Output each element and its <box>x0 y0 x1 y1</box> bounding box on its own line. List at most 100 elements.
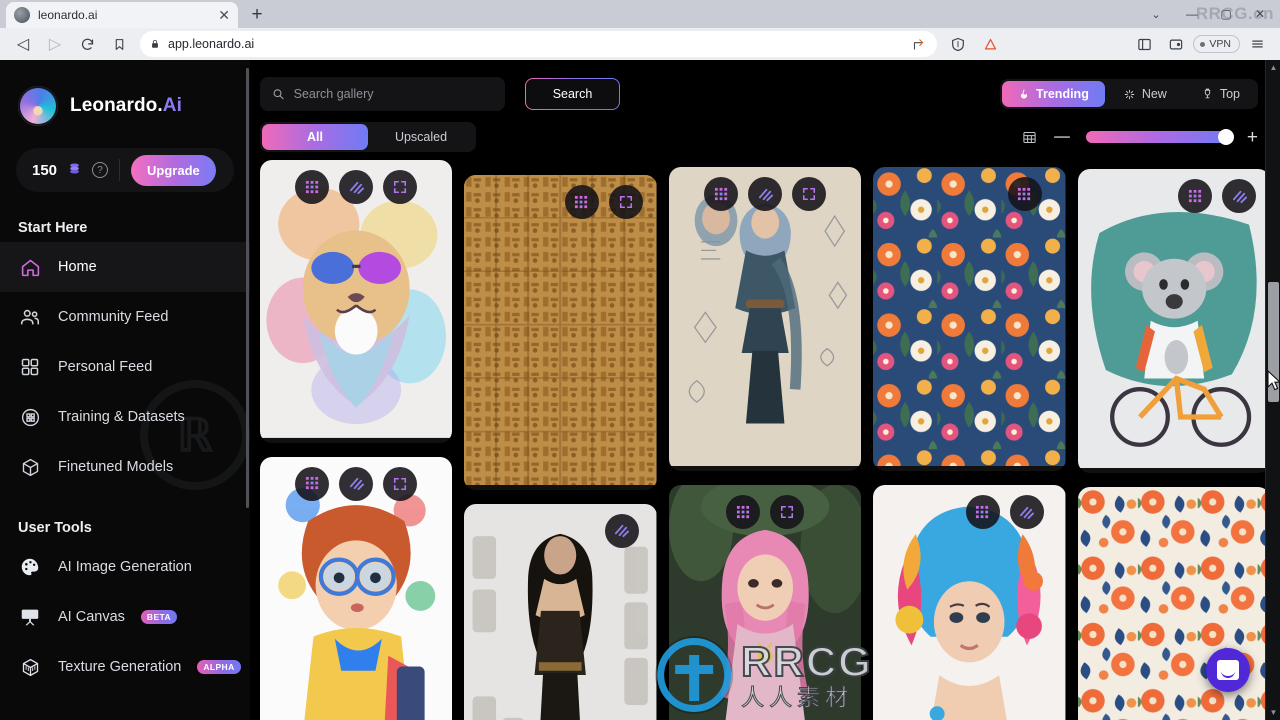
expand-fullscreen-icon[interactable] <box>792 177 827 211</box>
pixelate-upscale-icon[interactable] <box>1007 177 1042 211</box>
filter-upscaled[interactable]: Upscaled <box>368 124 474 150</box>
sidebar-section-title-user-tools: User Tools <box>18 520 92 536</box>
tab-label: Top <box>1219 87 1240 101</box>
vpn-button[interactable]: VPN <box>1193 35 1240 53</box>
sidebar-item-label: AI Canvas <box>58 609 125 625</box>
easel-icon <box>18 605 42 629</box>
expand-fullscreen-icon[interactable] <box>383 466 418 501</box>
gallery-grid-area[interactable]: RRCG 人人素材 <box>250 155 1280 720</box>
reload-icon[interactable] <box>72 30 102 58</box>
new-tab-button[interactable]: + <box>244 2 270 28</box>
sidebar-item-personal-feed[interactable]: Personal Feed <box>0 342 250 392</box>
search-field-wrapper[interactable] <box>260 77 505 111</box>
tab-trending[interactable]: Trending <box>1002 81 1105 107</box>
gallery-card[interactable] <box>464 503 657 720</box>
status-badge: ALPHA <box>197 660 241 674</box>
browser-tab[interactable]: leonardo.ai ✕ <box>6 2 238 28</box>
chevron-down-icon[interactable]: ⌄ <box>1138 1 1174 27</box>
sidebar-section-title-start-here: Start Here <box>18 220 88 236</box>
help-circle-icon[interactable]: ? <box>92 162 109 178</box>
intercom-chat-icon <box>1217 660 1239 680</box>
window-controls: ⌄ — ▢ ✕ <box>1138 0 1276 28</box>
credits-amount: 150 <box>32 161 58 179</box>
toolbar-row-filters: All Upscaled + <box>260 121 1258 153</box>
sidebar-item-label: Finetuned Models <box>58 459 174 475</box>
search-input[interactable] <box>293 87 493 101</box>
close-tab-icon[interactable]: ✕ <box>218 8 230 22</box>
maximize-button[interactable]: ▢ <box>1210 1 1242 27</box>
scroll-up-arrow[interactable]: ▲ <box>1266 60 1280 75</box>
zoom-slider[interactable] <box>1085 129 1234 145</box>
diagonal-lines-variation-icon[interactable] <box>604 513 639 548</box>
expand-fullscreen-icon[interactable] <box>383 170 418 204</box>
diagonal-lines-variation-icon[interactable] <box>1222 179 1257 213</box>
intercom-chat-button[interactable] <box>1206 648 1250 692</box>
card-action-icons <box>260 466 452 501</box>
sidebar-item-ai-image-generation[interactable]: AI Image Generation <box>0 542 250 592</box>
brave-leo-icon[interactable] <box>975 30 1005 58</box>
gallery-card[interactable] <box>668 167 862 472</box>
sidebar-item-finetuned-models[interactable]: Finetuned Models <box>0 442 250 492</box>
gallery-card[interactable] <box>668 485 862 720</box>
pixelate-upscale-icon[interactable] <box>965 495 1000 530</box>
expand-fullscreen-icon[interactable] <box>770 495 805 530</box>
sidebar-item-community-feed[interactable]: Community Feed <box>0 292 250 342</box>
sidebar-panel-icon[interactable] <box>1129 30 1159 58</box>
zoom-controls: + <box>1021 128 1258 147</box>
scrollbar-thumb[interactable] <box>1268 282 1279 402</box>
upgrade-button[interactable]: Upgrade <box>131 154 216 186</box>
sidebar-item-label: Personal Feed <box>58 359 153 375</box>
tab-top[interactable]: Top <box>1185 81 1256 107</box>
filter-all[interactable]: All <box>262 124 368 150</box>
zoom-slider-knob[interactable] <box>1217 129 1234 145</box>
browser-toolbar: ◁ ▷ app.leonardo.ai VPN <box>0 28 1280 60</box>
grid-layout-icon[interactable] <box>1021 130 1038 145</box>
forward-icon[interactable]: ▷ <box>40 30 70 58</box>
sidebar-item-home[interactable]: Home <box>0 242 250 292</box>
search-button[interactable]: Search <box>525 78 620 110</box>
tab-new[interactable]: New <box>1107 81 1183 107</box>
sidebar-item-ai-canvas[interactable]: AI Canvas BETA <box>0 592 250 642</box>
brand-suffix: Ai <box>162 95 182 116</box>
sidebar-item-training-datasets[interactable]: Training & Datasets <box>0 392 250 442</box>
gallery-card[interactable] <box>873 167 1066 472</box>
zoom-out-button[interactable] <box>1053 135 1070 139</box>
pixelate-upscale-icon[interactable] <box>704 177 739 211</box>
card-artwork <box>464 175 657 485</box>
pixelate-upscale-icon[interactable] <box>1178 179 1213 213</box>
brave-wallet-icon[interactable] <box>1161 30 1191 58</box>
scroll-down-arrow[interactable]: ▼ <box>1266 705 1280 720</box>
diagonal-lines-variation-icon[interactable] <box>748 177 783 211</box>
gallery-card[interactable] <box>260 456 453 720</box>
back-icon[interactable]: ◁ <box>8 30 38 58</box>
gallery-card[interactable] <box>260 160 453 443</box>
pixelate-upscale-icon[interactable] <box>726 495 761 530</box>
gallery-card[interactable] <box>873 485 1066 720</box>
diagonal-lines-variation-icon[interactable] <box>339 170 374 204</box>
gallery-card[interactable] <box>1077 169 1271 474</box>
zoom-in-button[interactable]: + <box>1247 128 1258 147</box>
brave-shield-icon[interactable] <box>943 30 973 58</box>
sidebar-item-label: Training & Datasets <box>58 409 185 425</box>
brand-header[interactable]: Leonardo.Ai <box>0 82 250 130</box>
page-scrollbar[interactable]: ▲ ▼ <box>1265 60 1280 720</box>
gallery-column <box>464 155 657 720</box>
gallery-column <box>668 155 862 720</box>
close-window-button[interactable]: ✕ <box>1244 1 1276 27</box>
diagonal-lines-variation-icon[interactable] <box>339 466 374 501</box>
expand-fullscreen-icon[interactable] <box>608 185 643 219</box>
pixelate-upscale-icon[interactable] <box>564 185 599 219</box>
card-action-icons <box>464 513 656 548</box>
bookmark-icon[interactable] <box>104 30 134 58</box>
sidebar-scrollbar[interactable] <box>246 68 249 508</box>
minimize-button[interactable]: — <box>1176 1 1208 27</box>
address-bar[interactable]: app.leonardo.ai <box>140 31 938 57</box>
hamburger-menu-icon[interactable] <box>1242 30 1272 58</box>
gallery-card[interactable] <box>464 175 657 490</box>
toolbar-right: VPN <box>943 30 1272 58</box>
tab-title: leonardo.ai <box>38 8 98 22</box>
sidebar-item-texture-generation[interactable]: Texture Generation ALPHA <box>0 642 250 692</box>
diagonal-lines-variation-icon[interactable] <box>1009 495 1044 530</box>
pixelate-upscale-icon[interactable] <box>295 170 330 204</box>
pixelate-upscale-icon[interactable] <box>295 466 330 501</box>
